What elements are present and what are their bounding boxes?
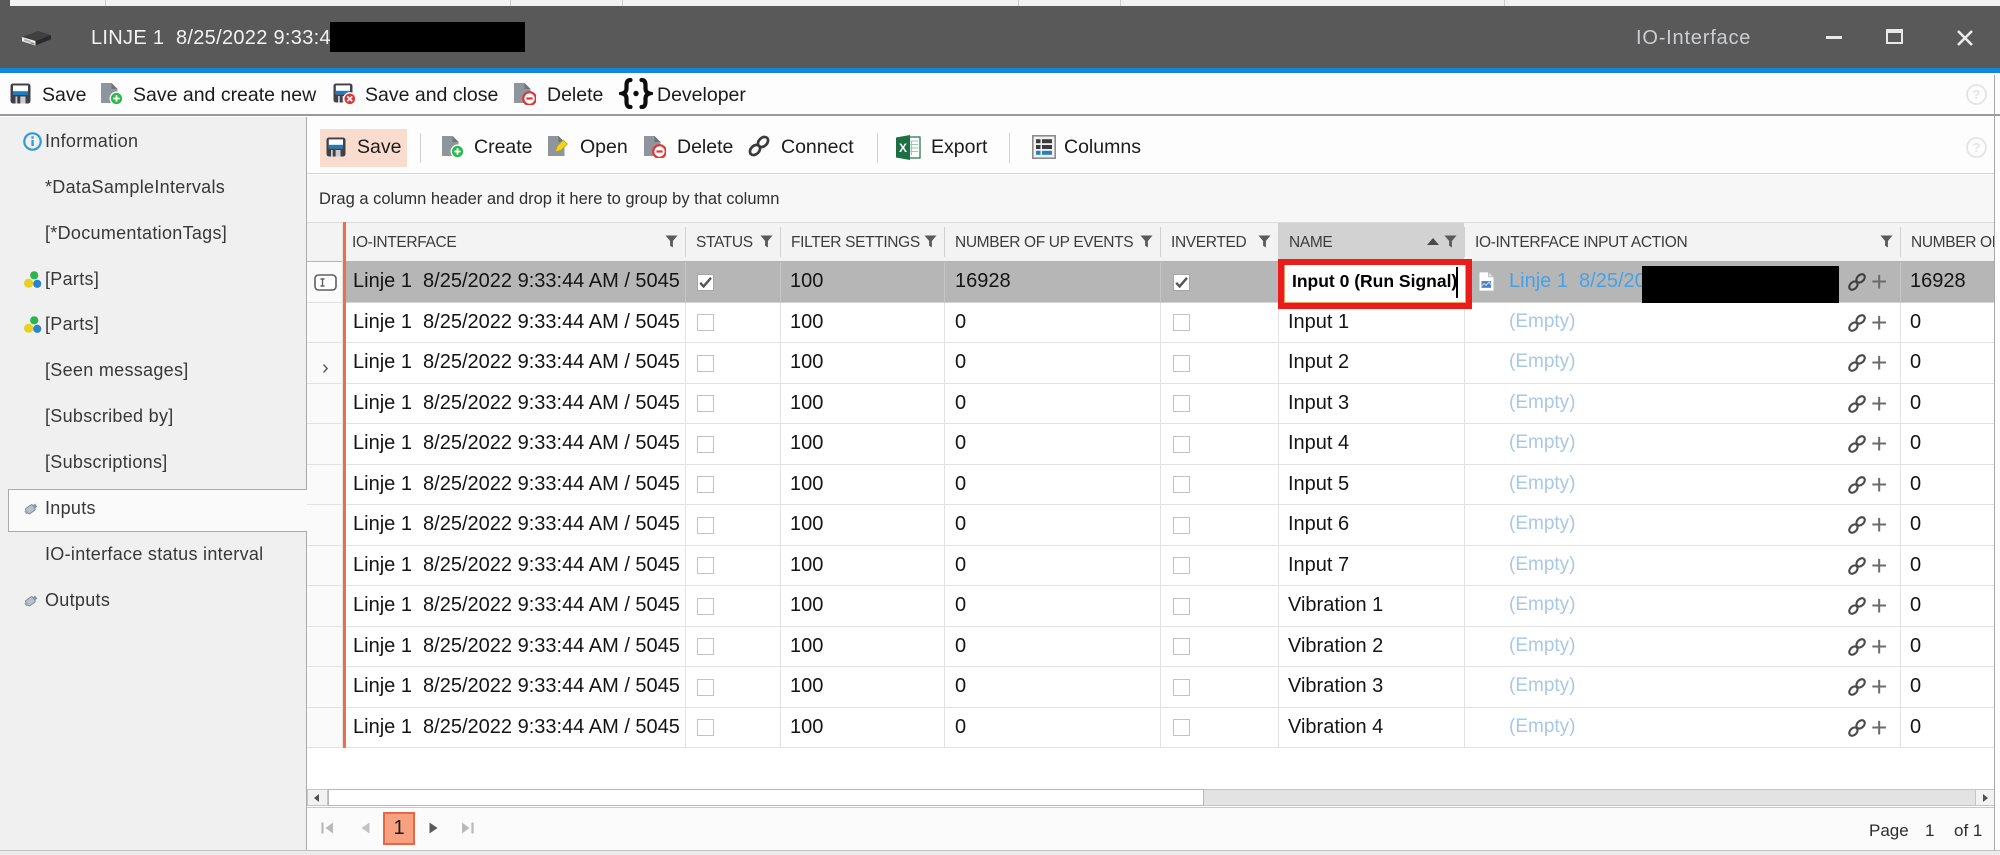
svg-text:?: ? [1973, 140, 1981, 155]
svg-text:X: X [899, 141, 907, 155]
svg-text:?: ? [1973, 87, 1981, 102]
